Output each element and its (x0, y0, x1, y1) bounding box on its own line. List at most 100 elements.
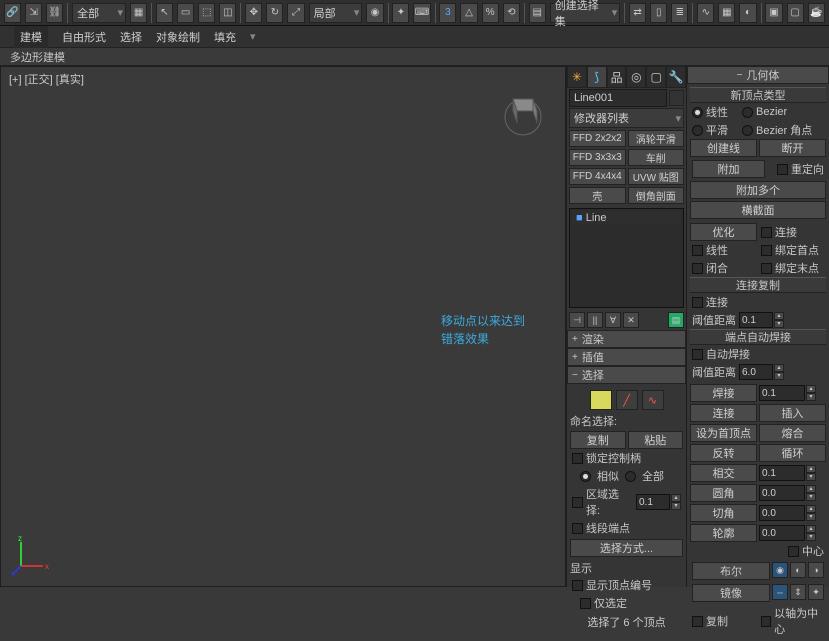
render-icon[interactable]: ☕ (808, 3, 825, 23)
mirror-h-icon[interactable]: ⇔ (772, 584, 788, 600)
seg-end-checkbox[interactable] (572, 523, 583, 534)
edit-named-sel-icon[interactable]: ▤ (529, 3, 546, 23)
insert-button[interactable]: 插入 (759, 404, 826, 422)
chamfer-spinner[interactable] (759, 505, 805, 521)
chamfer-button[interactable]: 切角 (690, 504, 757, 522)
weld-button[interactable]: 焊接 (690, 384, 757, 402)
viewport[interactable]: [+] [正交] [真实] 移动点以来达到 错落效果 (0, 66, 566, 587)
hierarchy-tab-icon[interactable]: 品 (607, 66, 627, 88)
mod-ffd3[interactable]: FFD 3x3x3 (569, 149, 626, 166)
render-setup-icon[interactable]: ▣ (765, 3, 782, 23)
mirror-tool-icon[interactable]: ⇄ (629, 3, 646, 23)
sel-only-checkbox[interactable] (580, 598, 591, 609)
create-tab-icon[interactable]: ✳ (567, 66, 587, 88)
rect-select-icon[interactable]: ⬚ (198, 3, 215, 23)
viewcube[interactable] (495, 81, 551, 137)
weld-spinner[interactable] (759, 385, 805, 401)
intersect-spinner[interactable] (759, 465, 805, 481)
ribbon-dropdown-icon[interactable]: ▾ (250, 30, 256, 43)
select-name-icon[interactable]: ▭ (177, 3, 194, 23)
filter-icon[interactable]: ▦ (130, 3, 147, 23)
schematic-icon[interactable]: ▦ (718, 3, 735, 23)
object-name-field[interactable] (569, 89, 667, 107)
modifier-stack[interactable]: ■ Line (569, 208, 684, 308)
keyboard-icon[interactable]: ⌨ (413, 3, 430, 23)
create-line-button[interactable]: 创建线 (690, 139, 757, 157)
unlink-icon[interactable]: ⇲ (25, 3, 42, 23)
mod-turbosmooth[interactable]: 涡轮平滑 (628, 130, 685, 147)
rotate-icon[interactable]: ↻ (266, 3, 283, 23)
reverse-button[interactable]: 反转 (690, 444, 757, 462)
bezier-corner-radio[interactable] (742, 125, 753, 136)
select-by-button[interactable]: 选择方式... (570, 539, 683, 557)
center-checkbox[interactable] (788, 546, 799, 557)
about-pivot-checkbox[interactable] (761, 616, 771, 627)
bind-first-checkbox[interactable] (761, 245, 772, 256)
threshold-spinner[interactable] (739, 312, 773, 328)
modify-tab-icon[interactable]: ⟆ (587, 66, 607, 88)
bool-sub-icon[interactable]: ◐ (790, 562, 806, 578)
utilities-tab-icon[interactable]: 🔧 (666, 66, 686, 88)
mod-shell[interactable]: 壳 (569, 187, 626, 204)
linear-checkbox[interactable] (692, 245, 703, 256)
boolean-button[interactable]: 布尔 (692, 562, 770, 580)
linear-radio[interactable] (692, 107, 703, 118)
mod-lathe[interactable]: 车削 (628, 149, 685, 166)
bezier-radio[interactable] (742, 107, 753, 118)
scale-icon[interactable]: ⤢ (287, 3, 304, 23)
threshold2-spinner[interactable] (739, 364, 773, 380)
unique-icon[interactable]: ∀ (605, 312, 621, 328)
selection-scope-dropdown[interactable]: 全部 (72, 3, 126, 23)
spline-geometry[interactable]: z (1, 67, 301, 217)
bool-int-icon[interactable]: ◑ (808, 562, 824, 578)
curve-editor-icon[interactable]: ∿ (697, 3, 714, 23)
mirror-v-icon[interactable]: ⇕ (790, 584, 806, 600)
connect-button[interactable]: 连接 (690, 404, 757, 422)
smooth-radio[interactable] (692, 125, 703, 136)
vertex-subobj-icon[interactable]: ⁘ (590, 390, 612, 410)
segment-subobj-icon[interactable]: ╱ (616, 390, 638, 410)
material-icon[interactable]: ◐ (739, 3, 756, 23)
connect-copy-checkbox[interactable] (692, 297, 703, 308)
snap-toggle-icon[interactable]: 3 (439, 3, 456, 23)
break-button[interactable]: 断开 (759, 139, 826, 157)
pivot-icon[interactable]: ◉ (366, 3, 383, 23)
cross-section-button[interactable]: 横截面 (690, 201, 826, 219)
tab-freeform[interactable]: 自由形式 (62, 29, 106, 45)
window-crossing-icon[interactable]: ◫ (219, 3, 236, 23)
tab-populate[interactable]: 填充 (214, 29, 236, 45)
align-icon[interactable]: ▯ (650, 3, 667, 23)
copy-mirror-checkbox[interactable] (692, 616, 703, 627)
manip-icon[interactable]: ✦ (392, 3, 409, 23)
spline-subobj-icon[interactable]: ∿ (642, 390, 664, 410)
connect-checkbox[interactable] (761, 227, 772, 238)
area-select-spinner[interactable] (636, 494, 670, 510)
layer-icon[interactable]: ≣ (671, 3, 688, 23)
tab-modeling[interactable]: 建模 (14, 26, 48, 48)
auto-weld-checkbox[interactable] (692, 349, 703, 360)
configure-sets-icon[interactable]: ▤ (668, 312, 684, 328)
spinner-snap-icon[interactable]: ⟲ (503, 3, 520, 23)
optimize-button[interactable]: 优化 (690, 223, 757, 241)
geometry-rollout-header[interactable]: − 几何体 (687, 66, 829, 84)
move-icon[interactable]: ✥ (245, 3, 262, 23)
render-frame-icon[interactable]: ▢ (787, 3, 804, 23)
close-checkbox[interactable] (692, 263, 703, 274)
rollout-selection[interactable]: −选择 (567, 366, 686, 384)
show-vert-num-checkbox[interactable] (572, 580, 583, 591)
ref-coord-dropdown[interactable]: 局部 (309, 3, 363, 23)
outline-spinner[interactable] (759, 525, 805, 541)
area-select-checkbox[interactable] (572, 497, 583, 508)
reorient-checkbox[interactable] (777, 164, 788, 175)
stack-item-line[interactable]: ■ Line (572, 211, 681, 225)
link-icon[interactable]: 🔗 (4, 3, 21, 23)
outline-button[interactable]: 轮廓 (690, 524, 757, 542)
rollout-render[interactable]: +渲染 (567, 330, 686, 348)
mod-ffd4[interactable]: FFD 4x4x4 (569, 168, 626, 185)
tab-selection[interactable]: 选择 (120, 29, 142, 45)
show-end-icon[interactable]: || (587, 312, 603, 328)
lock-handles-checkbox[interactable] (572, 453, 583, 464)
bool-union-icon[interactable]: ◉ (772, 562, 788, 578)
percent-snap-icon[interactable]: % (482, 3, 499, 23)
display-tab-icon[interactable]: ▢ (646, 66, 666, 88)
